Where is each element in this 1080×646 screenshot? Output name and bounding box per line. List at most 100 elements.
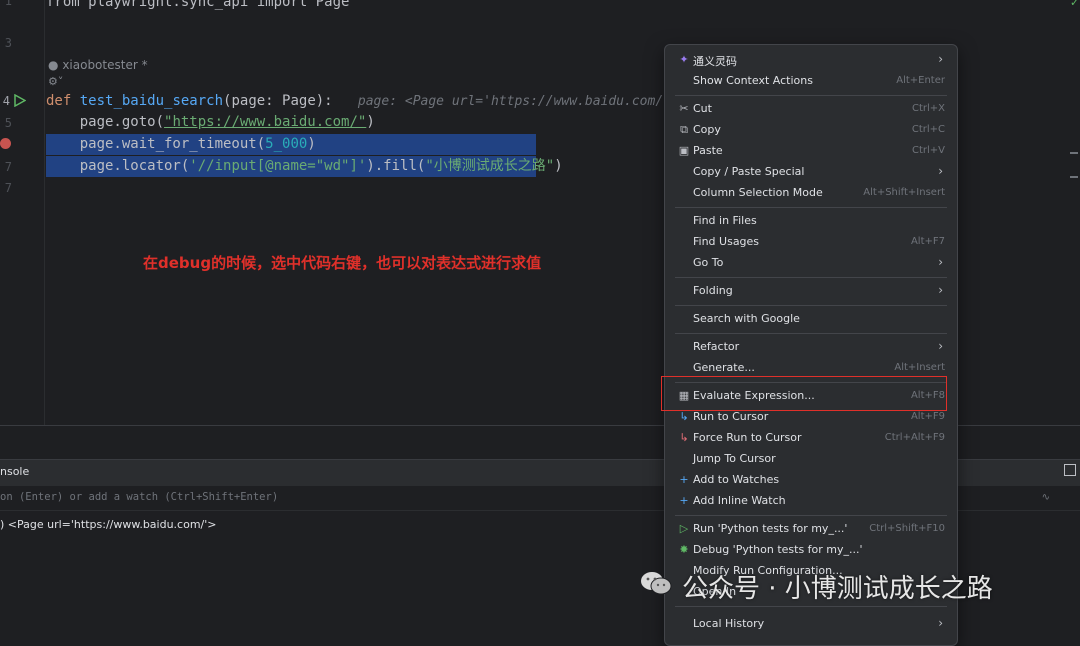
menu-label: Folding	[693, 284, 733, 297]
run-icon: ▷	[679, 522, 689, 535]
red-highlight-box	[661, 376, 947, 411]
menu-label: 通义灵码	[693, 55, 737, 68]
line-number: 3	[4, 36, 12, 50]
menu-item-refactor[interactable]: Refactor ›	[671, 337, 951, 358]
menu-label: Column Selection Mode	[693, 186, 823, 199]
watch-result: ) <Page url='https://www.baidu.com/'>	[0, 518, 217, 531]
menu-label: Find in Files	[693, 214, 757, 227]
chevron-right-icon: ›	[938, 52, 943, 66]
number-literal: 5_000	[265, 136, 308, 152]
layout-icon[interactable]	[1064, 464, 1076, 476]
menu-shortcut: Ctrl+X	[911, 103, 945, 114]
menu-label: Paste	[693, 144, 723, 157]
menu-label: Go To	[693, 256, 724, 269]
code-text: )	[366, 114, 375, 130]
menu-item-force-run-to-cursor[interactable]: ↳ Force Run to Cursor Ctrl+Alt+F9	[671, 428, 951, 449]
run-to-cursor-icon: ↳	[679, 410, 689, 423]
menu-item-copy-paste-special[interactable]: Copy / Paste Special ›	[671, 162, 951, 183]
menu-label: Debug 'Python tests for my_...'	[693, 543, 863, 556]
menu-separator	[675, 606, 947, 607]
menu-separator	[675, 305, 947, 306]
menu-shortcut: Alt+F9	[910, 411, 945, 422]
menu-item-debug-tests[interactable]: ✸ Debug 'Python tests for my_...'	[671, 540, 951, 561]
menu-label: Copy	[693, 123, 721, 136]
menu-shortcut: Ctrl+Alt+F9	[884, 432, 945, 443]
menu-label: Copy / Paste Special	[693, 165, 805, 178]
menu-item-copy[interactable]: ⧉ Copy Ctrl+C	[671, 120, 951, 141]
run-test-icon[interactable]	[14, 94, 26, 107]
menu-item-add-to-watches[interactable]: + Add to Watches	[671, 470, 951, 491]
chevron-right-icon: ›	[938, 164, 943, 178]
person-icon: ●	[48, 58, 59, 72]
paste-icon: ▣	[678, 144, 690, 157]
editor-gutter[interactable]: 1 3 4 5 7 7	[0, 0, 45, 425]
author-name: xiaobotester *	[62, 58, 148, 72]
menu-shortcut: Ctrl+C	[911, 124, 945, 135]
menu-label: Run 'Python tests for my_...'	[693, 522, 848, 535]
glasses-icon[interactable]: ∿	[1042, 492, 1050, 503]
menu-shortcut: Ctrl+V	[911, 145, 945, 156]
code-line-6-selected: page.wait_for_timeout(5_000)	[46, 134, 536, 155]
string-literal: '//input[@name="wd"]'	[189, 158, 367, 174]
string-literal: "小博测试成长之路"	[425, 158, 555, 174]
menu-shortcut: Alt+Shift+Insert	[863, 187, 945, 198]
menu-separator	[675, 333, 947, 334]
line-number: 4	[2, 94, 10, 108]
code-text: page.wait_for_timeout(	[46, 136, 266, 152]
function-args: (page: Page):	[223, 93, 333, 109]
code-line-1: from playwright.sync_api import Page	[46, 0, 349, 13]
menu-item-cut[interactable]: ✂ Cut Ctrl+X	[671, 99, 951, 120]
menu-label: Force Run to Cursor	[693, 431, 802, 444]
wechat-icon	[641, 572, 672, 595]
menu-item-tongyi[interactable]: ✦ 通义灵码 ›	[671, 50, 951, 71]
menu-separator	[675, 277, 947, 278]
tongyi-icon: ✦	[679, 53, 689, 66]
menu-item-paste[interactable]: ▣ Paste Ctrl+V	[671, 141, 951, 162]
check-icon: ✓	[1070, 0, 1080, 9]
menu-shortcut: Alt+Insert	[894, 362, 945, 373]
menu-label: Search with Google	[693, 312, 800, 325]
menu-item-column-selection[interactable]: Column Selection Mode Alt+Shift+Insert	[671, 183, 951, 204]
ai-hint-icon[interactable]: ⚙˅	[48, 75, 63, 88]
menu-shortcut: Ctrl+Shift+F10	[869, 523, 945, 534]
code-line-4: def test_baidu_search(page: Page): page:…	[46, 91, 679, 112]
tab-console[interactable]: nsole	[0, 465, 29, 478]
menu-item-jump-to-cursor[interactable]: Jump To Cursor	[671, 449, 951, 470]
scissors-icon: ✂	[679, 102, 689, 115]
code-line-7-selected: page.locator('//input[@name="wd"]').fill…	[46, 156, 563, 177]
chevron-right-icon: ›	[938, 255, 943, 269]
code-text: )	[554, 158, 563, 174]
menu-item-find-in-files[interactable]: Find in Files	[671, 211, 951, 232]
menu-item-find-usages[interactable]: Find Usages Alt+F7	[671, 232, 951, 253]
line-number: 7	[4, 181, 12, 195]
menu-item-show-context-actions[interactable]: Show Context Actions Alt+Enter	[671, 71, 951, 92]
chevron-right-icon: ›	[938, 283, 943, 297]
menu-item-local-history[interactable]: Local History ›	[671, 614, 951, 635]
menu-separator	[675, 515, 947, 516]
url-string[interactable]: "https://www.baidu.com/"	[164, 114, 366, 130]
menu-shortcut: Alt+Enter	[896, 75, 945, 86]
red-annotation-text: 在debug的时候，选中代码右键，也可以对表达式进行求值	[143, 254, 542, 272]
menu-item-add-inline-watch[interactable]: + Add Inline Watch	[671, 491, 951, 512]
menu-label: Run to Cursor	[693, 410, 769, 423]
menu-label: Show Context Actions	[693, 74, 813, 87]
code-text: from playwright.sync_api import Page	[46, 0, 350, 10]
code-line-5: page.goto("https://www.baidu.com/")	[46, 112, 375, 133]
code-text: ).fill(	[366, 158, 426, 174]
menu-item-go-to[interactable]: Go To ›	[671, 253, 951, 274]
author-annotation: ● xiaobotester *	[48, 58, 148, 72]
watermark: 公众号 · 小博测试成长之路	[640, 566, 1060, 606]
code-text: )	[307, 136, 316, 152]
inline-watch-icon: +	[679, 494, 689, 507]
menu-label: Find Usages	[693, 235, 760, 248]
line-number: 1	[4, 0, 12, 8]
context-menu[interactable]: ✦ 通义灵码 › Show Context Actions Alt+Enter ✂ Cu…	[664, 44, 958, 646]
chevron-right-icon: ›	[938, 616, 943, 630]
menu-item-run-tests[interactable]: ▷ Run 'Python tests for my_...' Ctrl+Shift…	[671, 519, 951, 540]
menu-item-folding[interactable]: Folding ›	[671, 281, 951, 302]
error-stripe[interactable]: ✓	[1066, 0, 1080, 425]
breakpoint-icon[interactable]	[0, 138, 11, 149]
menu-shortcut: Alt+F7	[910, 236, 945, 247]
debug-icon: ✸	[679, 543, 689, 556]
menu-item-search-google[interactable]: Search with Google	[671, 309, 951, 330]
